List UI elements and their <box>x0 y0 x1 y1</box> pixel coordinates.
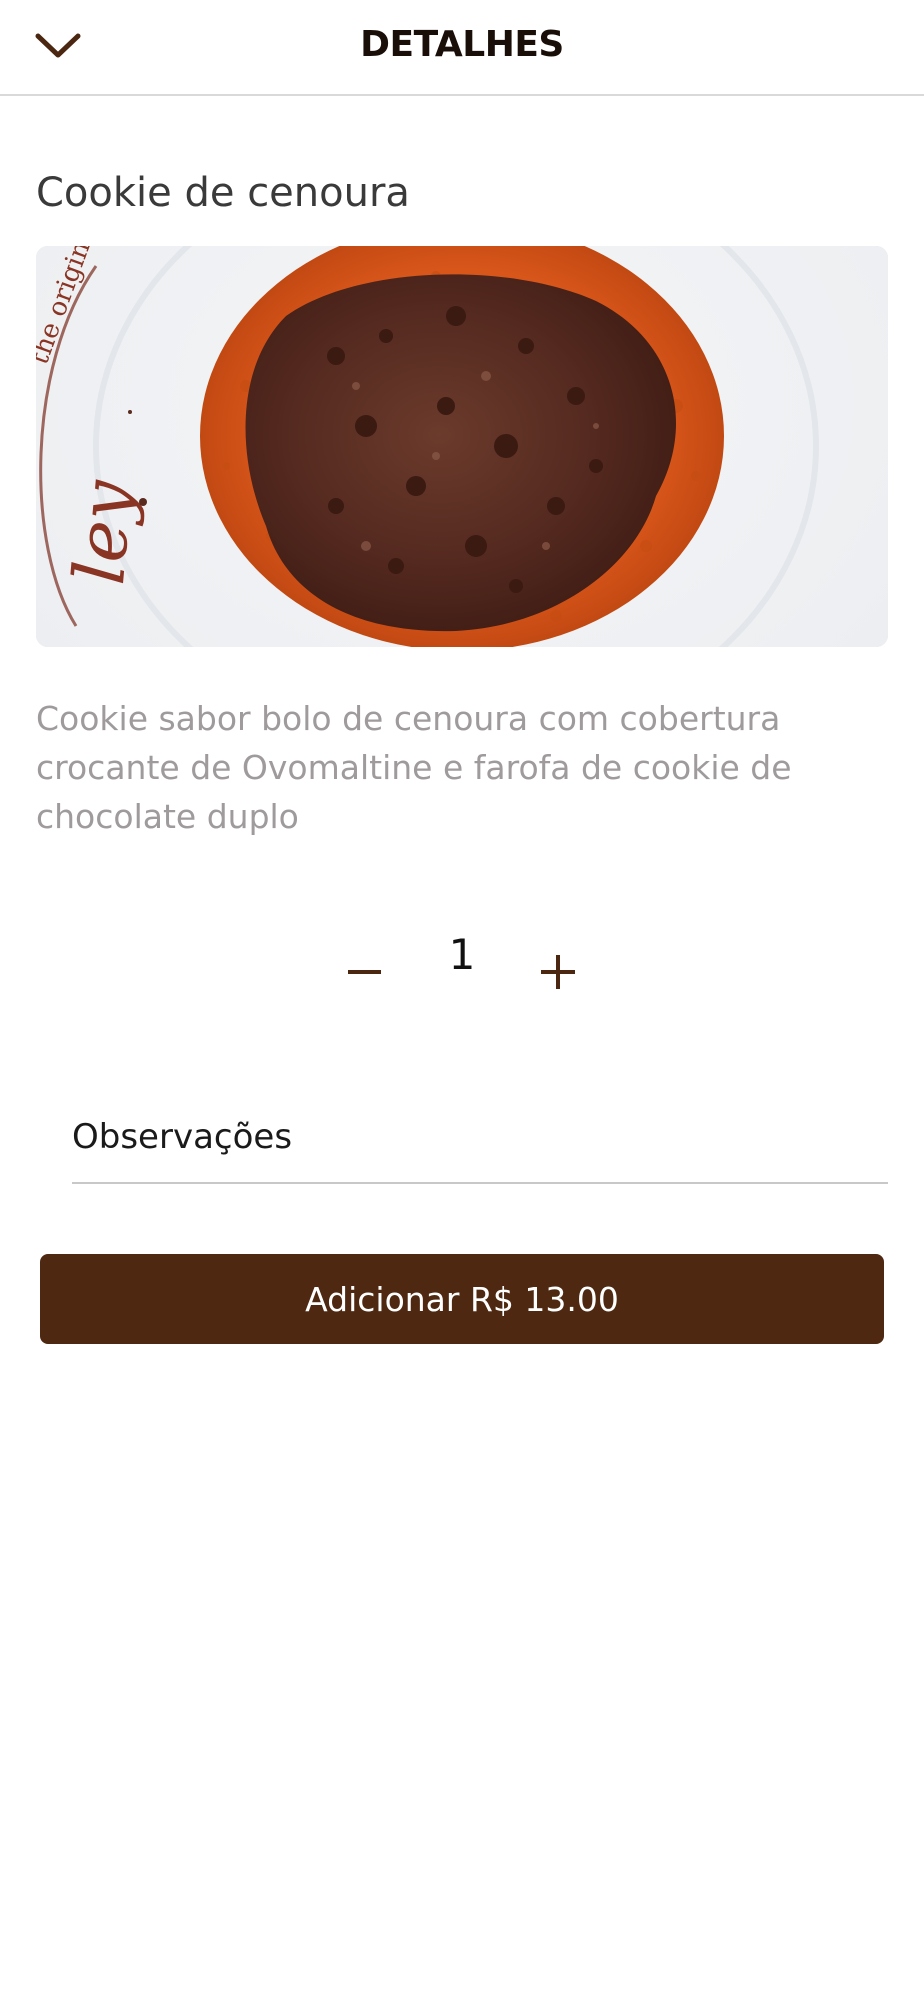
product-description: Cookie sabor bolo de cenoura com cobertu… <box>36 699 792 836</box>
product-image: the original ley <box>36 246 888 647</box>
page-title: DETALHES <box>360 24 564 65</box>
product-name: Cookie de cenoura <box>36 170 410 216</box>
svg-text:ley: ley <box>58 476 149 588</box>
header: DETALHES <box>0 0 924 96</box>
decrease-quantity-button[interactable] <box>338 924 392 988</box>
observations-input[interactable] <box>72 1092 888 1184</box>
add-button-label: Adicionar R$ 13.00 <box>305 1279 619 1319</box>
quantity-stepper: 1 <box>0 920 924 1000</box>
add-to-cart-button[interactable]: Adicionar R$ 13.00 <box>40 1254 884 1344</box>
increase-quantity-button[interactable] <box>530 924 584 989</box>
quantity-value: 1 <box>448 930 476 979</box>
product-details-screen: DETALHES Cookie de cenoura the original … <box>0 0 924 2000</box>
